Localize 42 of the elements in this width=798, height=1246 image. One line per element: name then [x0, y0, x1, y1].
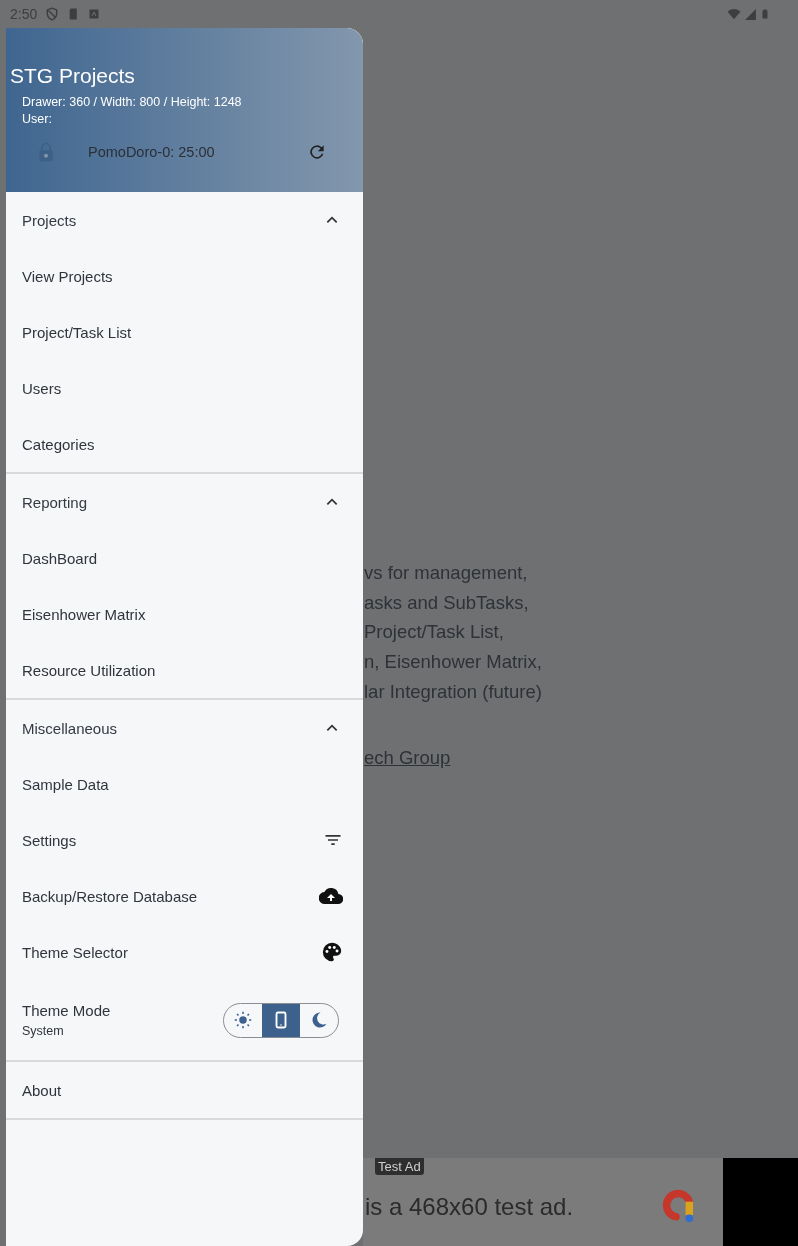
- ad-text: is a 468x60 test ad.: [365, 1193, 574, 1221]
- menu-item[interactable]: Users: [6, 360, 363, 416]
- signal-icon: [744, 7, 757, 21]
- wifi-icon: [727, 7, 741, 21]
- description-text: vs for management, asks and SubTasks, Project/Task List, n, Eisenhower Matrix, lar Integration (future): [363, 561, 543, 704]
- app-title: STG Projects: [10, 64, 136, 88]
- menu-item[interactable]: Sample Data: [6, 756, 363, 812]
- menu-item[interactable]: Theme Selector: [6, 924, 363, 980]
- menu-item[interactable]: Backup/Restore Database: [6, 868, 363, 924]
- item-label: Settings: [22, 831, 77, 849]
- item-label: Theme Selector: [22, 943, 128, 961]
- section-header[interactable]: Miscellaneous: [6, 700, 363, 756]
- theme-mode-option[interactable]: [262, 1003, 300, 1037]
- menu-item[interactable]: About: [6, 1062, 363, 1118]
- ad-badge: Test Ad: [375, 1158, 424, 1175]
- section-title: Reporting: [22, 493, 88, 511]
- ad-banner[interactable]: Test Ad is a 468x60 test ad.: [363, 1158, 723, 1246]
- section-header[interactable]: Projects: [6, 192, 363, 248]
- refresh-icon[interactable]: [307, 142, 327, 162]
- menu-item[interactable]: Categories: [6, 416, 363, 472]
- item-label: Theme Mode: [22, 1002, 111, 1019]
- menu-item[interactable]: Project/Task List: [6, 304, 363, 360]
- shield-icon: [45, 7, 60, 21]
- header-info: User:: [21, 111, 53, 128]
- menu-item[interactable]: Resource Utilization: [6, 642, 363, 698]
- sun-icon: [234, 1011, 252, 1029]
- pomodoro-timer: PomoDoro-0: 25:00: [88, 144, 215, 160]
- lock-icon: [36, 141, 56, 163]
- menu-item[interactable]: Eisenhower Matrix: [6, 586, 363, 642]
- battery-icon: [760, 7, 770, 21]
- menu-item[interactable]: View Projects: [6, 248, 363, 304]
- section-header[interactable]: Reporting: [6, 474, 363, 530]
- section-title: Projects: [22, 211, 77, 229]
- menu-item[interactable]: DashBoard: [6, 530, 363, 586]
- item-label: Backup/Restore Database: [22, 887, 198, 905]
- section-title: Miscellaneous: [22, 719, 118, 737]
- notification-icon: [88, 8, 101, 20]
- moon-icon: [310, 1011, 328, 1029]
- palette-icon: [321, 941, 343, 963]
- header-info: Drawer: 360 / Width: 800 / Height: 1248: [21, 94, 243, 111]
- item-value: System: [22, 1024, 65, 1038]
- menu-item[interactable]: Settings: [6, 812, 363, 868]
